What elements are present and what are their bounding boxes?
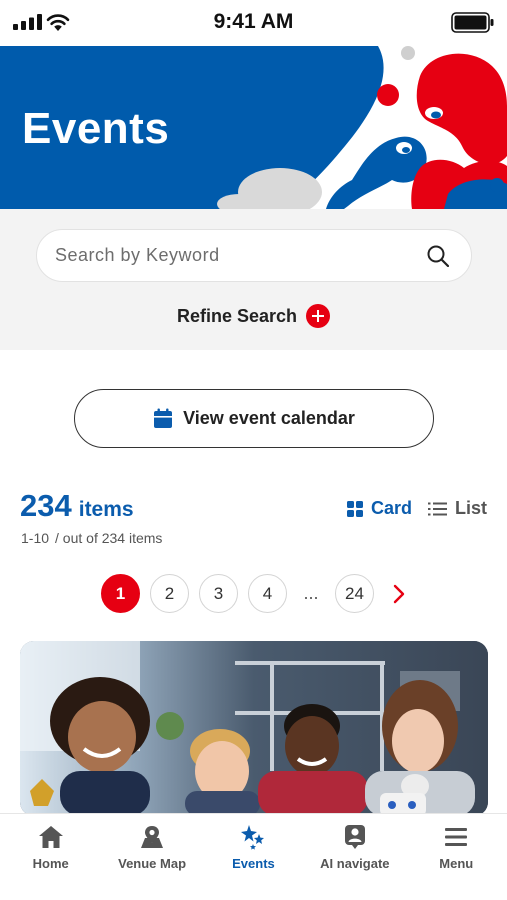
list-icon (427, 502, 447, 515)
page-1-button[interactable]: 1 (101, 574, 140, 613)
status-time: 9:41 AM (213, 10, 294, 33)
event-card[interactable] (20, 641, 488, 816)
search-box[interactable] (36, 229, 472, 282)
battery-icon (451, 12, 494, 33)
nav-ai-navigate-label: AI navigate (320, 856, 390, 871)
nav-home-label: Home (32, 856, 69, 871)
pagination-ellipsis: ... (303, 583, 319, 603)
home-icon (38, 826, 63, 848)
nav-menu-label: Menu (439, 856, 474, 871)
hero-banner: Events (0, 46, 507, 209)
list-view-label: List (454, 498, 487, 518)
nav-events-label: Events (232, 856, 275, 871)
view-toggle: Card List (346, 498, 487, 519)
pagination: 1 2 3 4 ... 24 (0, 574, 507, 613)
nav-events[interactable]: Events (205, 824, 301, 900)
card-view-toggle[interactable]: Card (346, 498, 412, 519)
refine-search-label: Refine Search (176, 305, 298, 326)
result-range: 1-10 / out of 234 items (21, 530, 162, 546)
view-event-calendar-button[interactable]: View event calendar (74, 389, 434, 448)
page-4-button[interactable]: 4 (248, 574, 287, 613)
nav-menu[interactable]: Menu (408, 824, 504, 900)
nav-home[interactable]: Home (3, 824, 99, 900)
result-total-text: / out of 234 items (55, 530, 163, 546)
search-input[interactable] (55, 230, 415, 281)
chevron-right-icon[interactable] (388, 583, 410, 605)
status-bar: 9:41 AM (0, 0, 507, 46)
result-count-number: 234 (20, 488, 72, 523)
page-2-button[interactable]: 2 (150, 574, 189, 613)
search-section: Refine Search (0, 209, 507, 350)
nav-venue-map-label: Venue Map (118, 856, 187, 871)
result-count: 234 items (20, 488, 134, 524)
nav-ai-navigate[interactable]: AI navigate (307, 824, 403, 900)
search-icon[interactable] (427, 245, 449, 267)
result-count-unit: items (78, 498, 134, 521)
ai-person-icon (344, 825, 365, 849)
nav-venue-map[interactable]: Venue Map (104, 824, 200, 900)
event-card-image (20, 641, 488, 816)
map-pin-icon (141, 826, 164, 848)
plus-circle-icon (306, 304, 331, 328)
page-title: Events (22, 104, 170, 153)
calendar-button-label: View event calendar (183, 408, 355, 428)
refine-search-button[interactable]: Refine Search (0, 304, 507, 328)
card-view-label: Card (370, 498, 412, 518)
grid-icon (346, 500, 363, 517)
sparkle-stars-icon (241, 825, 265, 850)
page-3-button[interactable]: 3 (199, 574, 238, 613)
result-range-value: 1-10 (21, 530, 50, 546)
menu-icon (445, 828, 468, 846)
page-last-button[interactable]: 24 (335, 574, 374, 613)
bottom-nav: Home Venue Map Events AI navigate Menu (0, 813, 507, 900)
calendar-icon (154, 408, 173, 428)
list-view-toggle[interactable]: List (427, 498, 487, 519)
